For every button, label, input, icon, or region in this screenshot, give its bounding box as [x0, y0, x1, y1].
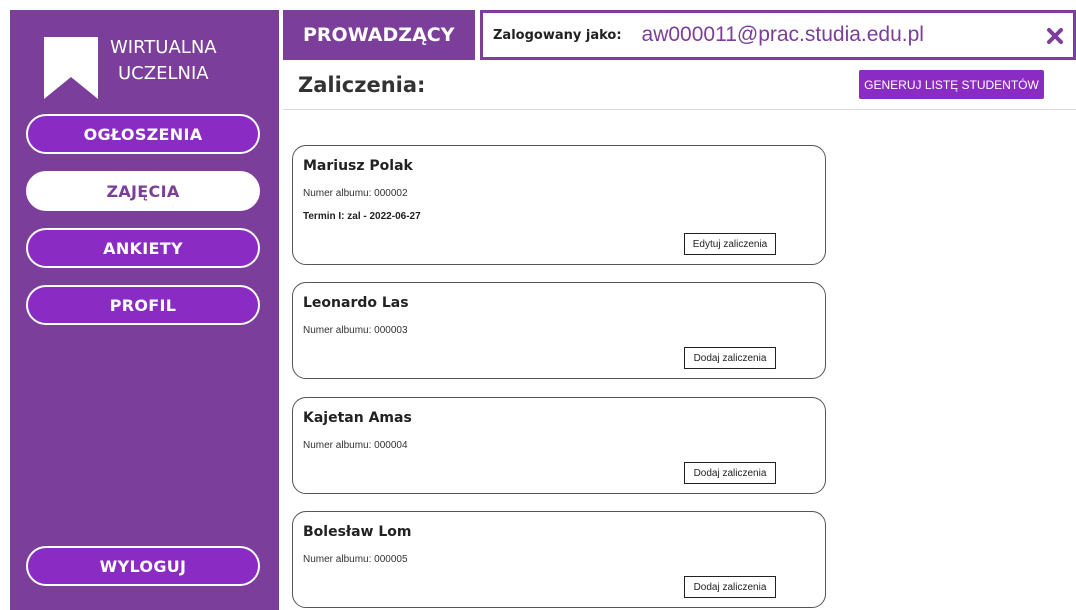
- student-card: Mariusz Polak Numer albumu: 000002 Termi…: [292, 145, 826, 265]
- add-grades-button[interactable]: Dodaj zaliczenia: [684, 347, 776, 369]
- sidebar-item-profil[interactable]: PROFIL: [26, 285, 260, 325]
- divider: [283, 109, 1076, 110]
- student-name: Mariusz Polak: [303, 158, 413, 174]
- bookmark-icon: [44, 37, 98, 99]
- add-grades-button[interactable]: Dodaj zaliczenia: [684, 576, 776, 598]
- sidebar-item-ankiety[interactable]: ANKIETY: [26, 228, 260, 268]
- login-label: Zalogowany jako:: [493, 27, 622, 43]
- app-logo-text: WIRTUALNA UCZELNIA: [110, 35, 250, 87]
- student-name: Bolesław Lom: [303, 524, 412, 540]
- student-card: Kajetan Amas Numer albumu: 000004 Dodaj …: [292, 397, 826, 494]
- sidebar-item-label: PROFIL: [109, 295, 177, 315]
- student-name: Leonardo Las: [303, 295, 409, 311]
- edit-grades-button[interactable]: Edytuj zaliczenia: [684, 233, 776, 255]
- student-album: Numer albumu: 000005: [303, 554, 408, 565]
- add-grades-button[interactable]: Dodaj zaliczenia: [684, 462, 776, 484]
- sidebar-item-label: ZAJĘCIA: [106, 181, 180, 201]
- close-icon[interactable]: [1045, 26, 1065, 46]
- student-name: Kajetan Amas: [303, 410, 412, 426]
- login-email: aw000011@prac.studia.edu.pl: [641, 23, 924, 46]
- page-title: Zaliczenia:: [298, 73, 426, 97]
- role-badge: PROWADZĄCY: [283, 10, 475, 60]
- sidebar-item-ogloszenia[interactable]: OGŁOSZENIA: [26, 114, 260, 154]
- logout-label: WYLOGUJ: [99, 556, 187, 576]
- student-album: Numer albumu: 000003: [303, 325, 408, 336]
- logo-line-2: UCZELNIA: [118, 63, 209, 84]
- logo-line-1: WIRTUALNA: [110, 37, 217, 58]
- sidebar: WIRTUALNA UCZELNIA OGŁOSZENIA ZAJĘCIA AN…: [10, 10, 279, 610]
- role-label: PROWADZĄCY: [303, 24, 455, 46]
- student-card: Bolesław Lom Numer albumu: 000005 Dodaj …: [292, 511, 826, 608]
- student-term: Termin I: zal - 2022-06-27: [303, 211, 421, 222]
- sidebar-item-label: OGŁOSZENIA: [83, 124, 203, 144]
- student-album: Numer albumu: 000002: [303, 188, 408, 199]
- sidebar-item-zajecia[interactable]: ZAJĘCIA: [26, 171, 260, 211]
- generate-student-list-button[interactable]: GENERUJ LISTĘ STUDENTÓW: [859, 70, 1044, 99]
- student-album: Numer albumu: 000004: [303, 440, 408, 451]
- login-bar: Zalogowany jako: aw000011@prac.studia.ed…: [480, 10, 1076, 60]
- generate-button-label: GENERUJ LISTĘ STUDENTÓW: [864, 77, 1039, 92]
- logout-button[interactable]: WYLOGUJ: [26, 546, 260, 586]
- student-card: Leonardo Las Numer albumu: 000003 Dodaj …: [292, 282, 826, 379]
- sidebar-item-label: ANKIETY: [103, 238, 183, 258]
